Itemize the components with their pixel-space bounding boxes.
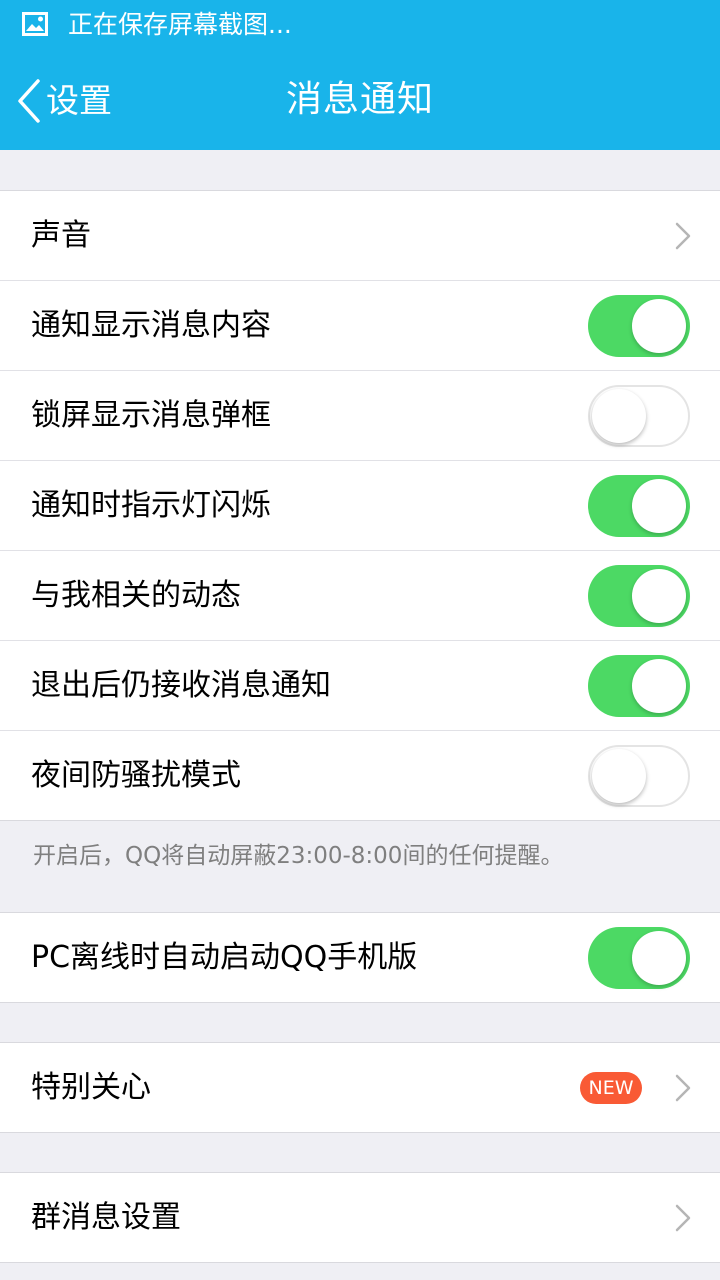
- chevron-right-icon: [674, 1073, 692, 1103]
- setting-row-indicator-light: 通知时指示灯闪烁: [0, 461, 720, 551]
- status-bar: 正在保存屏幕截图...: [0, 0, 720, 50]
- new-badge: NEW: [580, 1072, 642, 1104]
- pc-offline-autostart-toggle[interactable]: [588, 927, 690, 989]
- toggle-knob: [592, 749, 646, 803]
- show-message-content-toggle[interactable]: [588, 295, 690, 357]
- setting-label: 通知时指示灯闪烁: [31, 488, 271, 523]
- setting-row-night-mode: 夜间防骚扰模式: [0, 731, 720, 820]
- toggle-knob: [632, 479, 686, 533]
- setting-label: 锁屏显示消息弹框: [31, 398, 271, 433]
- special-care-group: 特别关心 NEW: [0, 1042, 720, 1133]
- setting-label: 声音: [31, 218, 91, 253]
- toggle-knob: [632, 299, 686, 353]
- night-mode-description: 开启后，QQ将自动屏蔽23:00-8:00间的任何提醒。: [33, 843, 564, 869]
- page-title: 消息通知: [285, 79, 434, 120]
- chevron-right-icon: [674, 1203, 692, 1233]
- setting-label: PC离线时自动启动QQ手机版: [31, 940, 418, 975]
- app-header: 正在保存屏幕截图... 设置 消息通知: [0, 0, 720, 150]
- notification-settings-group: 声音 通知显示消息内容 锁屏显示消息弹框 通知时指示灯闪烁 与我相关的动态 退出…: [0, 190, 720, 821]
- toggle-knob: [632, 569, 686, 623]
- setting-row-special-care[interactable]: 特别关心 NEW: [0, 1043, 720, 1132]
- night-mode-toggle[interactable]: [588, 745, 690, 807]
- setting-label: 群消息设置: [31, 1200, 181, 1235]
- setting-row-receive-after-exit: 退出后仍接收消息通知: [0, 641, 720, 731]
- group-message-group: 群消息设置: [0, 1172, 720, 1263]
- setting-label: 与我相关的动态: [31, 578, 241, 613]
- image-icon: [22, 12, 48, 36]
- setting-row-group-message[interactable]: 群消息设置: [0, 1173, 720, 1262]
- chevron-right-icon: [674, 221, 692, 251]
- toggle-knob: [632, 659, 686, 713]
- indicator-light-toggle[interactable]: [588, 475, 690, 537]
- setting-row-pc-offline-autostart: PC离线时自动启动QQ手机版: [0, 913, 720, 1002]
- setting-row-sound[interactable]: 声音: [0, 191, 720, 281]
- status-message: 正在保存屏幕截图...: [68, 10, 292, 39]
- toggle-knob: [632, 931, 686, 985]
- setting-row-lockscreen-popup: 锁屏显示消息弹框: [0, 371, 720, 461]
- setting-label: 夜间防骚扰模式: [31, 758, 241, 793]
- setting-row-show-message-content: 通知显示消息内容: [0, 281, 720, 371]
- setting-label: 特别关心: [31, 1070, 151, 1105]
- toggle-knob: [592, 389, 646, 443]
- setting-row-related-updates: 与我相关的动态: [0, 551, 720, 641]
- setting-label: 通知显示消息内容: [31, 308, 271, 343]
- pc-offline-group: PC离线时自动启动QQ手机版: [0, 912, 720, 1003]
- related-updates-toggle[interactable]: [588, 565, 690, 627]
- lockscreen-popup-toggle[interactable]: [588, 385, 690, 447]
- receive-after-exit-toggle[interactable]: [588, 655, 690, 717]
- setting-label: 退出后仍接收消息通知: [31, 668, 331, 703]
